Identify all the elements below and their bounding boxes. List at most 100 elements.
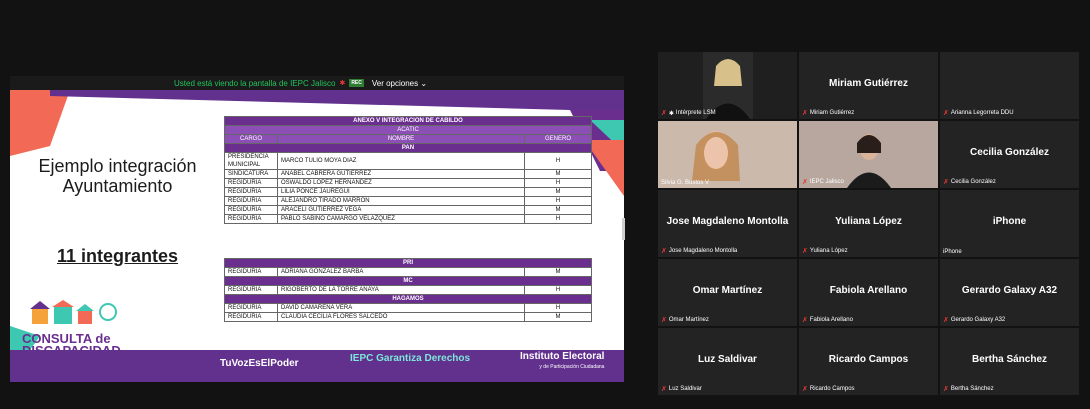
participant-display-name: Fabiola Arellano [829, 285, 908, 296]
mic-muted-icon: ✗ [661, 110, 667, 117]
slide-subtitle: 11 integrantes [56, 246, 179, 266]
participant-label: Silvia G. Bustos V [661, 180, 709, 186]
cargo-cell: REGIDURIA [224, 267, 278, 277]
slide-corner-coral [10, 90, 70, 156]
participant-tile[interactable]: Silvia G. Bustos V [658, 121, 797, 188]
participant-display-name: Luz Saldivar [698, 354, 757, 365]
cargo-cell: REGIDURIA [224, 285, 278, 295]
participant-name: IEPC Jalisco [809, 179, 844, 185]
table-row: REGIDURIA PABLO SABINO CAMARGO VELAZQUEZ H [224, 214, 592, 224]
mic-muted-icon: ✗ [802, 110, 808, 117]
party-name: PRI [224, 258, 592, 268]
participant-name: Luz Saldivar [668, 386, 702, 392]
participant-display-name: Omar Martínez [692, 285, 763, 296]
consulta-logo: CONSULTA de DISCAPACIDAD [22, 300, 142, 357]
participant-label: iPhone [943, 249, 962, 255]
mic-muted-icon: ✗ [661, 386, 667, 393]
cargo-cell: REGIDURIA [224, 187, 278, 197]
cargo-cell: REGIDURIA [224, 214, 278, 224]
participant-name: Omar Martínez [668, 317, 709, 323]
participant-name: Jose Magdaleno Montolla [668, 248, 738, 254]
column-header: CARGO [224, 134, 278, 144]
participant-name: Gerardo Galaxy A32 [950, 317, 1006, 323]
table-row: REGIDURIA ARACELI GUTIERREZ VEGA M [224, 205, 592, 215]
table-row: REGIDURIA LILIA PONCE JAUREGUI M [224, 187, 592, 197]
header-row: CARGO NOMBRE GENERO [224, 134, 592, 144]
party-row: MC [224, 276, 592, 286]
table-title-row: ANEXO V INTEGRACION DE CABILDO [224, 116, 592, 126]
participant-tile[interactable]: Jose Magdaleno Montolla ✗ Jose Magdaleno M… [658, 190, 797, 257]
cargo-cell: REGIDURIA [224, 178, 278, 188]
cargo-cell: REGIDURIA [224, 205, 278, 215]
shared-screen: Usted está viendo la pantalla de IEPC Ja… [10, 76, 624, 382]
genero-cell: M [524, 169, 592, 179]
party-row: HAGAMOS [224, 294, 592, 304]
participant-display-name: Yuliana López [835, 216, 902, 227]
participant-tile[interactable]: Bertha Sánchez ✗ Bertha Sánchez [940, 328, 1079, 395]
table-row: PRESIDENCIA MUNICIPAL MARCO TULIO MOYA DI… [224, 152, 592, 170]
participant-label: ✗ Ricardo Campos [802, 385, 855, 393]
nombre-cell: PABLO SABINO CAMARGO VELAZQUEZ [277, 214, 525, 224]
mic-muted-icon: ✗ [943, 317, 949, 324]
mic-muted-icon: ✗ [802, 248, 808, 255]
column-header: NOMBRE [277, 134, 525, 144]
participant-tile[interactable]: iPhone iPhone [940, 190, 1079, 257]
genero-cell: H [524, 196, 592, 206]
mic-muted-icon: ✗ [802, 386, 808, 393]
genero-cell: H [524, 178, 592, 188]
participant-name: Bertha Sánchez [950, 386, 994, 392]
genero-cell: H [524, 303, 592, 313]
municipality-name: ACATIC [224, 125, 592, 135]
participant-name: Silvia G. Bustos V [661, 180, 710, 186]
nombre-cell: DAVID CAMARENA VERA [277, 303, 525, 313]
participant-tile[interactable]: ✗ Arianna Legorreta DDU [940, 52, 1079, 119]
participant-name: Fabiola Arellano [809, 317, 853, 323]
nombre-cell: ADRIANA GONZALEZ BARBA [277, 267, 525, 277]
participant-label: ✗ Cecilia González [943, 178, 996, 186]
participant-display-name: Jose Magdaleno Montolla [666, 216, 789, 227]
party-name: HAGAMOS [224, 294, 592, 304]
panel-resize-handle[interactable] [622, 218, 625, 240]
genero-cell: M [524, 187, 592, 197]
cabildo-table-main: ANEXO V INTEGRACION DE CABILDO ACATIC CARG… [224, 116, 592, 224]
participant-label: ✗ Bertha Sánchez [943, 385, 994, 393]
participant-tile[interactable]: Cecilia González ✗ Cecilia González [940, 121, 1079, 188]
column-header: GENERO [524, 134, 592, 144]
participant-video [658, 121, 797, 188]
mic-muted-icon: ✗ [943, 110, 949, 117]
nombre-cell: RIGOBERTO DE LA TORRE ANAYA [277, 285, 525, 295]
cabildo-table-secondary: PRI REGIDURIA ADRIANA GONZALEZ BARBA M MC REG… [224, 258, 592, 322]
participant-tile[interactable]: Yuliana López ✗ Yuliana López [799, 190, 938, 257]
participant-tile[interactable]: Luz Saldivar ✗ Luz Saldivar [658, 328, 797, 395]
participant-name: Intérprete LSM [675, 110, 716, 116]
genero-cell: H [524, 285, 592, 295]
participant-label: ✗ Arianna Legorreta DDU [943, 109, 1014, 117]
participant-tile[interactable]: ✗ IEPC Jalisco [799, 121, 938, 188]
participant-label: ✗ Omar Martínez [661, 316, 709, 324]
party-row: PRI [224, 258, 592, 268]
participant-label: ✗ Miriam Gutiérrez [802, 109, 854, 117]
participant-tile[interactable]: Ricardo Campos ✗ Ricardo Campos [799, 328, 938, 395]
participant-label: ✗ Gerardo Galaxy A32 [943, 316, 1005, 324]
participant-tile[interactable]: Omar Martínez ✗ Omar Martínez [658, 259, 797, 326]
participant-display-name: Ricardo Campos [828, 354, 909, 365]
footer-iepc: IEPC Garantiza Derechos [350, 353, 471, 364]
slide-title: Ejemplo integración Ayuntamiento [38, 156, 197, 196]
mic-muted-icon: ✗ [943, 386, 949, 393]
mic-muted-icon: ✗ [802, 317, 808, 324]
nombre-cell: ALEJANDRO TIRADO MARRON [277, 196, 525, 206]
footer-institute: Instituto Electoral y de Participación C… [520, 352, 604, 372]
participant-tile[interactable]: Fabiola Arellano ✗ Fabiola Arellano [799, 259, 938, 326]
participant-display-name: Bertha Sánchez [971, 354, 1048, 365]
participant-tile[interactable]: ✗ ✱ Intérprete LSM [658, 52, 797, 119]
table-row: REGIDURIA OSWALDO LOPEZ HERNANDEZ H [224, 178, 592, 188]
participant-label: ✗ IEPC Jalisco [802, 178, 844, 186]
participant-name: Yuliana López [809, 248, 848, 254]
participant-tile[interactable]: Gerardo Galaxy A32 ✗ Gerardo Galaxy A32 [940, 259, 1079, 326]
cargo-cell: REGIDURIA [224, 303, 278, 313]
genero-cell: M [524, 267, 592, 277]
nombre-cell: LILIA PONCE JAUREGUI [277, 187, 525, 197]
participant-name: Ricardo Campos [809, 386, 855, 392]
participant-tile[interactable]: Miriam Gutiérrez ✗ Miriam Gutiérrez [799, 52, 938, 119]
nombre-cell: MARCO TULIO MOYA DIAZ [277, 152, 525, 170]
